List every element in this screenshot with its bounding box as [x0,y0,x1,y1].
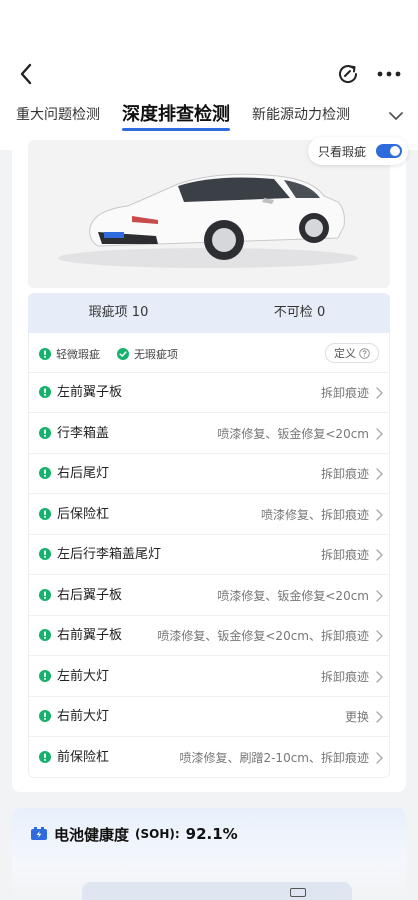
chevron-right-icon [376,630,383,642]
defect-row[interactable]: 右后尾灯 拆卸痕迹 [29,454,389,494]
chevron-right-icon [376,589,383,602]
more-button[interactable] [374,60,404,88]
summary-bar: 瑕疵项 10 不可检 0 [28,293,390,333]
legend-minor-label: 轻微瑕疵 [56,348,100,361]
legend-none-label: 无瑕疵项 [134,348,178,361]
battery-mini-icon [290,888,306,897]
share-button[interactable] [334,60,362,88]
active-tab-indicator [122,128,230,131]
warning-dot-icon [39,710,51,722]
toggle-knob [390,146,400,156]
defect-part-name: 右前大灯 [57,709,110,724]
chevron-right-icon [376,751,383,764]
battery-soh-value: 92.1% [185,825,238,843]
battery-title-row: 电池健康度 (SOH): 92.1% [30,822,238,846]
legend-minor: 轻微瑕疵 [39,346,100,362]
defect-row[interactable]: 右后翼子板 喷漆修复、钣金修复<20cm [29,576,389,616]
tab-bar: 重大问题检测 深度排查检测 新能源动力检测 [0,100,418,134]
warning-dot-icon [39,548,51,560]
defects-count: 10 [131,305,149,320]
defects-label: 瑕疵项 [88,305,128,320]
defect-row[interactable]: 左后行李箱盖尾灯 拆卸痕迹 [29,535,389,575]
defect-description: 喷漆修复、钣金修复<20cm、拆卸痕迹 [157,629,369,643]
defect-row[interactable]: 左前翼子板 拆卸痕迹 [29,373,389,413]
more-dots-icon [377,71,401,77]
warning-dot-icon [39,348,51,360]
battery-health-card[interactable]: 电池健康度 (SOH): 92.1% [12,808,406,900]
defect-description: 拆卸痕迹 [320,467,369,481]
battery-graphic [82,882,352,900]
defect-row[interactable]: 后保险杠 喷漆修复、拆卸痕迹 [29,495,389,535]
tab-deep-inspection-label: 深度排查检测 [122,104,230,125]
toggle-label: 只看瑕疵 [318,144,367,159]
warning-dot-icon [39,507,51,520]
defect-description: 拆卸痕迹 [320,669,369,684]
back-button[interactable] [12,60,40,88]
chevron-down-icon [389,112,403,120]
warning-dot-icon [39,467,51,479]
chevron-right-icon [376,670,383,683]
help-circle-icon [359,347,370,359]
defect-part-name: 右后翼子板 [57,587,123,603]
defect-row[interactable]: 行李箱盖 喷漆修复、钣金修复<20cm [29,414,389,454]
legend-none: 无瑕疵项 [117,346,178,362]
tab-deep-inspection[interactable]: 深度排查检测 [122,100,230,134]
defect-description: 喷漆修复、钣金修复<20cm [217,588,369,603]
chevron-right-icon [376,427,383,440]
warning-dot-icon [39,750,51,763]
defects-summary[interactable]: 瑕疵项 10 [28,293,209,333]
defect-part-name: 右前翼子板 [57,628,123,643]
nav-row [0,56,418,92]
defect-row[interactable]: 前保险杠 喷漆修复、刷蹭2-10cm、拆卸痕迹 [29,738,389,778]
chevron-right-icon [376,468,383,480]
defect-row[interactable]: 右前大灯 更换 [29,697,389,737]
chevron-right-icon [376,508,383,521]
tab-new-energy[interactable]: 新能源动力检测 [252,100,350,134]
warning-dot-icon [39,426,51,439]
defect-description: 喷漆修复、拆卸痕迹 [260,507,369,522]
defect-description: 喷漆修复、钣金修复<20cm [217,426,369,441]
chevron-right-icon [376,549,383,561]
defect-part-name: 左前翼子板 [57,385,123,400]
definition-label: 定义 [334,347,356,360]
definition-button[interactable]: 定义 [325,343,379,363]
inspection-card: 瑕疵项 10 不可检 0 轻微瑕疵 无瑕疵项 定义 左前翼子板 拆卸痕迹 行李箱… [12,140,406,792]
defect-row[interactable]: 左前大灯 拆卸痕迹 [29,657,389,697]
battery-icon [31,827,47,840]
defect-part-name: 左前大灯 [57,668,110,684]
battery-soh-label: (SOH): [135,827,180,841]
chevron-right-icon [376,387,383,399]
defect-list: 轻微瑕疵 无瑕疵项 定义 左前翼子板 拆卸痕迹 行李箱盖 喷漆修复、钣金修复<20cm… [28,333,390,778]
uncheckable-count: 0 [316,305,326,320]
chevron-right-icon [376,711,383,723]
defect-description: 拆卸痕迹 [320,386,369,400]
warning-dot-icon [39,669,51,682]
defect-part-name: 右后尾灯 [57,466,110,481]
defect-description: 喷漆修复、刷蹭2-10cm、拆卸痕迹 [179,750,369,765]
only-defects-toggle[interactable]: 只看瑕疵 [308,137,408,165]
warning-dot-icon [39,386,51,398]
uncheckable-summary[interactable]: 不可检 0 [209,293,390,333]
tab-expand-button[interactable] [384,104,408,128]
defect-description: 拆卸痕迹 [320,548,369,562]
defect-part-name: 行李箱盖 [57,425,110,441]
battery-title: 电池健康度 [54,825,130,844]
toggle-switch[interactable] [376,144,402,158]
back-arrow-icon [20,63,32,85]
uncheckable-label: 不可检 [273,305,313,320]
legend-row: 轻微瑕疵 无瑕疵项 定义 [29,333,389,373]
defect-row[interactable]: 右前翼子板 喷漆修复、钣金修复<20cm、拆卸痕迹 [29,616,389,656]
warning-dot-icon [39,588,51,601]
top-bar: 重大问题检测 深度排查检测 新能源动力检测 [0,0,418,150]
defect-part-name: 后保险杠 [57,506,110,522]
check-dot-icon [117,348,129,360]
defect-description: 更换 [344,710,369,724]
warning-dot-icon [39,629,51,641]
defect-part-name: 前保险杠 [57,749,110,765]
tab-major-issues[interactable]: 重大问题检测 [16,100,100,134]
defect-part-name: 左后行李箱盖尾灯 [57,547,162,562]
share-icon [339,65,358,83]
